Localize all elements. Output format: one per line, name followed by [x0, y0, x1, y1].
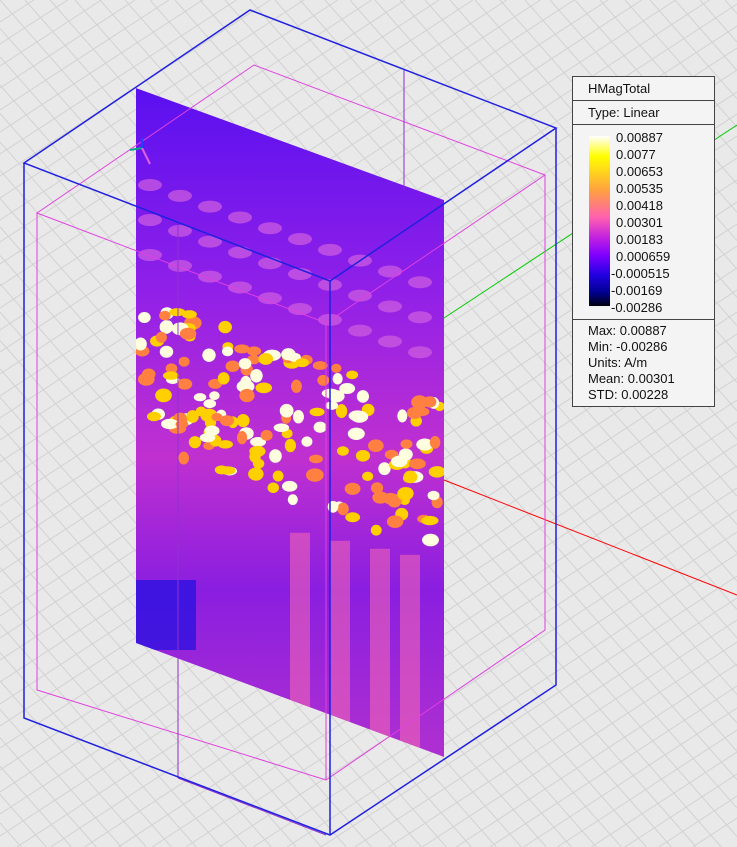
- legend-units: Units: A/m: [588, 355, 648, 370]
- legend-tick: 0.00887: [616, 130, 663, 145]
- legend-tick: -0.00286: [611, 300, 663, 315]
- color-legend[interactable]: HMagTotal Type: Linear 0.00887 0.0077 0.…: [572, 76, 715, 407]
- color-bar: [589, 136, 610, 306]
- field-plane: [136, 88, 444, 757]
- legend-tick: -0.000515: [611, 266, 670, 281]
- legend-tick: 0.00653: [616, 164, 663, 179]
- legend-mean: Mean: 0.00301: [588, 371, 675, 386]
- legend-tick: 0.00418: [616, 198, 663, 213]
- legend-tick: 0.00535: [616, 181, 663, 196]
- legend-scale: 0.00887 0.0077 0.00653 0.00535 0.00418 0…: [573, 125, 714, 320]
- legend-tick: 0.00301: [616, 215, 663, 230]
- legend-tick: 0.00183: [616, 232, 663, 247]
- legend-std: STD: 0.00228: [588, 387, 669, 402]
- legend-max: Max: 0.00887: [588, 323, 667, 338]
- legend-type: Type: Linear: [573, 101, 714, 125]
- legend-title: HMagTotal: [573, 77, 714, 101]
- legend-min: Min: -0.00286: [588, 339, 668, 354]
- legend-tick: 0.000659: [616, 249, 671, 264]
- legend-tick: 0.0077: [616, 147, 656, 162]
- legend-tick: -0.00169: [611, 283, 663, 298]
